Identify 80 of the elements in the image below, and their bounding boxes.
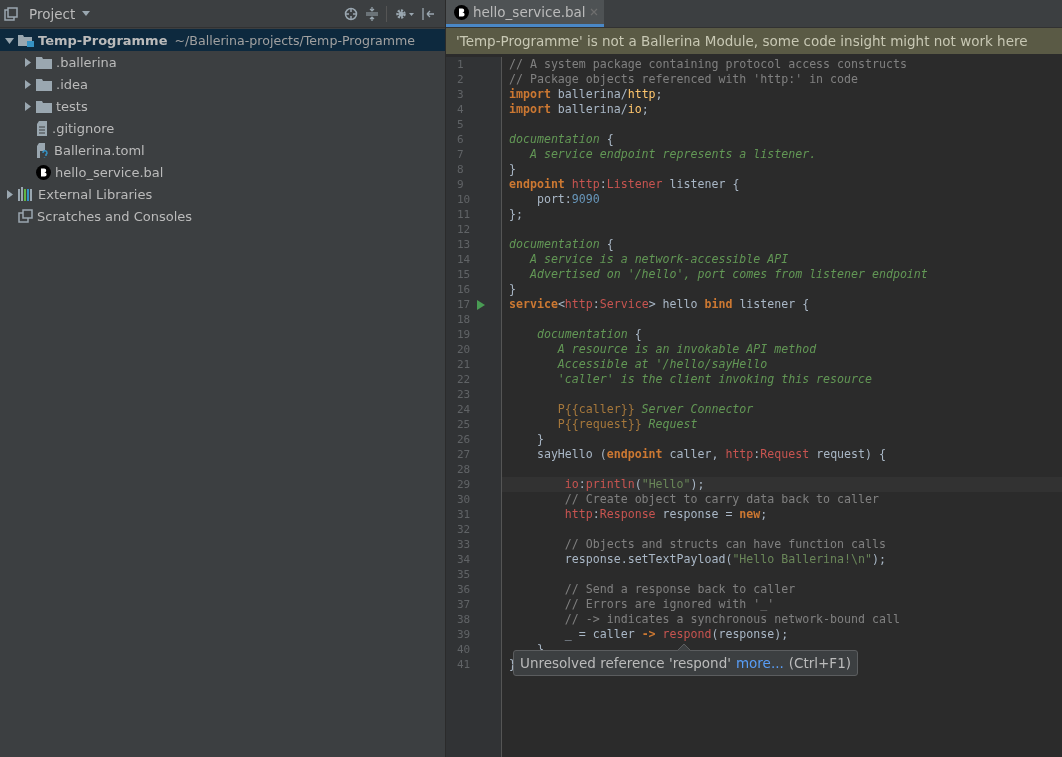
dropdown-caret-icon[interactable] — [82, 11, 91, 16]
tree-item-label: hello_service.bal — [55, 164, 164, 180]
code-line: Accessible at '/hello/sayHello — [556, 357, 768, 371]
tree-row[interactable]: .ballerina — [0, 51, 445, 73]
tree-row[interactable]: .idea — [0, 73, 445, 95]
warning-banner: 'Temp-Programme' is not a Ballerina Module, some code insight might not work here — [446, 28, 1062, 54]
code-line: io:println("Hello"); — [563, 477, 705, 491]
code-line: _ = caller -> respond(response); — [563, 627, 789, 641]
tree-row[interactable]: hello_service.bal — [0, 161, 445, 183]
code-line: }; — [509, 207, 523, 221]
project-path: ~/Ballerina-projects/Temp-Programme — [174, 32, 416, 48]
expand-arrow-icon[interactable] — [22, 79, 32, 89]
tree-item-label: Ballerina.toml — [54, 142, 145, 158]
expand-arrow-icon[interactable] — [22, 57, 32, 67]
scratch-console-icon — [18, 209, 33, 223]
code-line: } — [509, 282, 516, 296]
library-icon — [18, 187, 34, 201]
code-line: // A system package containing protocol access constructs — [509, 57, 907, 71]
code-line: A service endpoint represents a listener. — [528, 147, 817, 161]
code-line: // Objects and structs can have function calls — [563, 537, 886, 551]
code-line: // Create object to carry data back to caller — [563, 492, 879, 506]
code-line: A resource is an invokable API method — [556, 342, 817, 356]
shortcut-hint: (Ctrl+F1) — [788, 655, 851, 671]
code-line: documentation { — [509, 237, 614, 251]
code-line: Advertised on '/hello', port comes from listener endpoint — [528, 267, 928, 281]
code-line: // -> indicates a synchronous network-bound call — [563, 612, 900, 626]
code-line: // Errors are ignored with '_' — [563, 597, 775, 611]
code-line: } — [535, 432, 544, 446]
locate-icon[interactable] — [344, 6, 358, 21]
folder-icon — [36, 99, 52, 113]
text-file-icon — [36, 120, 48, 136]
tree-item-label: Temp-Programme — [38, 32, 168, 48]
expand-arrow-icon[interactable] — [22, 101, 32, 111]
code-line: P{{request}} Request — [556, 417, 698, 431]
folder-icon — [36, 55, 52, 69]
code-line: P{{caller}} Server Connector — [556, 402, 754, 416]
tab-label: hello_service.bal — [473, 4, 586, 20]
run-icon[interactable] — [477, 300, 485, 310]
unknown-file-icon — [36, 142, 50, 158]
tree-row[interactable]: Ballerina.toml — [0, 139, 445, 161]
tree-item-label: External Libraries — [38, 186, 153, 202]
tree-row[interactable]: .gitignore — [0, 117, 445, 139]
tree-row[interactable]: Temp-Programme ~/Ballerina-projects/Temp-Programme — [0, 29, 445, 51]
tree-row[interactable]: Scratches and Consoles — [0, 205, 445, 227]
code-line: // Send a response back to caller — [563, 582, 796, 596]
code-line: A service is a network-accessible API — [528, 252, 789, 266]
tree-item-label: .gitignore — [52, 120, 115, 136]
code-line: // Package objects referenced with 'http:' in code — [509, 72, 858, 86]
settings-icon[interactable] — [394, 6, 414, 21]
tree-item-label: .idea — [56, 76, 88, 92]
code-line: import ballerina/io; — [509, 102, 649, 116]
b-logo-icon — [36, 164, 51, 180]
code-line: 'caller' is the client invoking this resource — [556, 372, 872, 386]
code-line: sayHello (endpoint caller, http:Request request) { — [535, 447, 886, 461]
tree-row[interactable]: tests — [0, 95, 445, 117]
tooltip-message: Unresolved reference 'respond' — [520, 655, 731, 671]
code-line: } — [509, 162, 516, 176]
code-line: documentation { — [509, 132, 614, 146]
expand-arrow-icon[interactable] — [4, 189, 14, 199]
b-logo-icon — [454, 4, 469, 20]
code-line: service<http:Service> hello bind listener { — [509, 297, 810, 311]
code-line: documentation { — [535, 327, 642, 341]
code-line: port:9090 — [535, 192, 600, 206]
code-line: endpoint http:Listener listener { — [509, 177, 740, 191]
hide-panel-icon[interactable] — [421, 6, 435, 21]
project-view-icon — [4, 6, 18, 21]
panel-title[interactable]: Project — [29, 5, 76, 22]
module-folder-icon — [18, 33, 34, 47]
code-line: import ballerina/http; — [509, 87, 663, 101]
code-line: http:Response response = new; — [563, 507, 768, 521]
tree-item-label: Scratches and Consoles — [37, 208, 193, 224]
editor-tab[interactable]: hello_service.bal — [446, 0, 604, 27]
expand-arrow-icon[interactable] — [4, 35, 14, 45]
code-line: response.setTextPayload("Hello Ballerina!\n"); — [563, 552, 886, 566]
tree-row[interactable]: External Libraries — [0, 183, 445, 205]
folder-icon — [36, 77, 52, 91]
collapse-all-icon[interactable] — [365, 6, 379, 21]
more-link[interactable]: more... — [735, 655, 784, 671]
tree-item-label: tests — [56, 98, 88, 114]
tree-item-label: .ballerina — [56, 54, 117, 70]
